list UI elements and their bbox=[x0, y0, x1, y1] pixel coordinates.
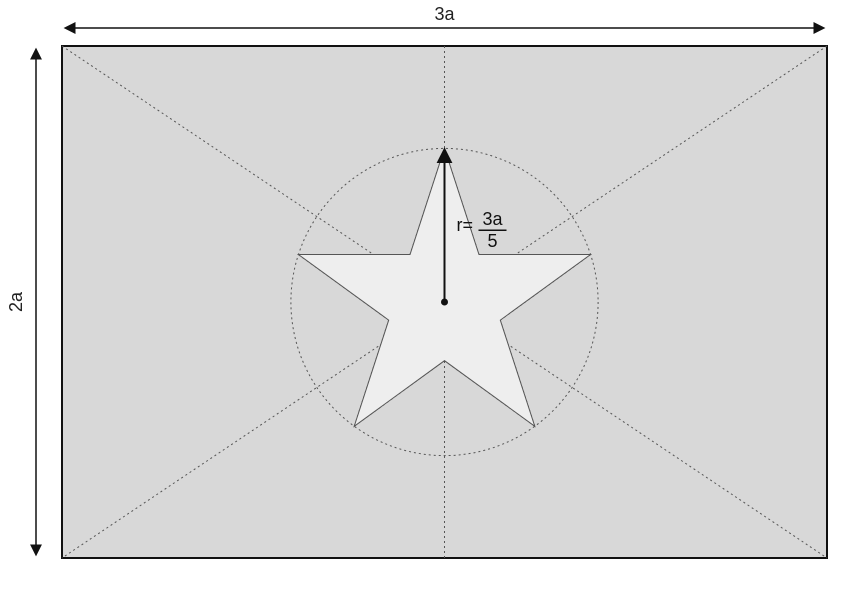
radius-prefix-text: r= bbox=[457, 215, 474, 235]
width-dimension-label: 3a bbox=[434, 4, 455, 24]
radius-denominator-text: 5 bbox=[487, 231, 497, 251]
radius-numerator-text: 3a bbox=[482, 209, 503, 229]
height-dimension-label: 2a bbox=[6, 291, 26, 312]
flag-construction-diagram: r= 3a 5 3a 2a bbox=[0, 0, 858, 602]
